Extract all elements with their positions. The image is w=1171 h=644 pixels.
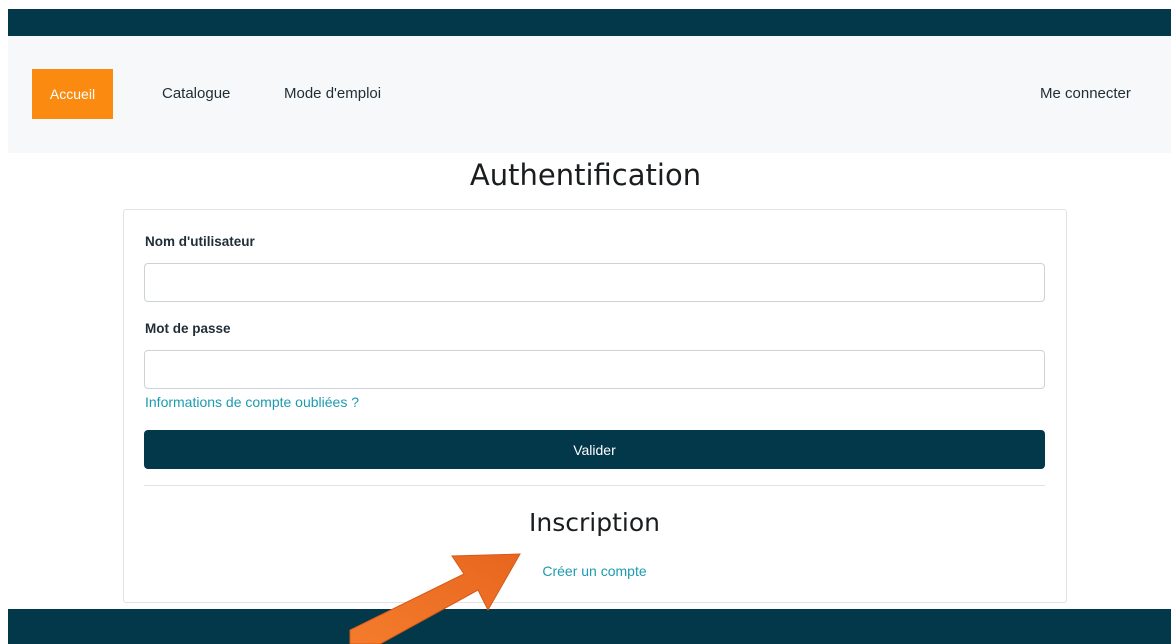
page-title: Authentification xyxy=(469,158,702,192)
signup-title: Inscription xyxy=(529,508,660,537)
password-input[interactable] xyxy=(144,350,1045,389)
password-label: Mot de passe xyxy=(145,321,231,336)
login-link[interactable]: Me connecter xyxy=(1040,69,1131,119)
arrow-pointer-icon xyxy=(349,553,521,644)
nav-item-catalogue[interactable]: Catalogue xyxy=(162,69,230,119)
forgot-credentials-link[interactable]: Informations de compte oubliées ? xyxy=(145,394,359,410)
create-account-link[interactable]: Créer un compte xyxy=(0,563,1171,579)
submit-button[interactable]: Valider xyxy=(144,430,1045,469)
nav-item-accueil[interactable]: Accueil xyxy=(32,69,113,119)
top-banner xyxy=(8,9,1171,36)
footer-bar xyxy=(8,609,1171,644)
nav-item-mode-emploi[interactable]: Mode d'emploi xyxy=(284,69,381,119)
username-label: Nom d'utilisateur xyxy=(145,234,255,249)
left-gutter xyxy=(0,0,8,644)
page: Accueil Catalogue Mode d'emploi Me conne… xyxy=(0,0,1171,644)
section-divider xyxy=(144,485,1045,486)
username-input[interactable] xyxy=(144,263,1045,302)
